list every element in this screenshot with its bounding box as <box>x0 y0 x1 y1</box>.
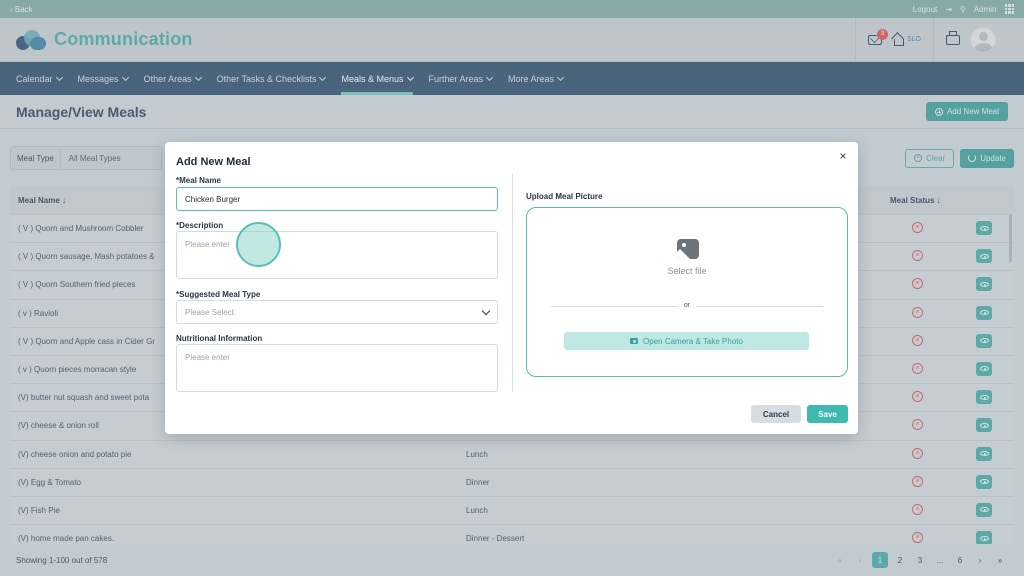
nutrition-label: Nutritional Information <box>176 334 263 343</box>
or-text-wrap: or <box>527 302 847 309</box>
description-textarea[interactable]: Please enter <box>176 231 498 279</box>
camera-icon <box>630 338 639 344</box>
chevron-down-icon <box>481 306 491 315</box>
click-indicator <box>236 222 281 267</box>
upload-label: Upload Meal Picture <box>526 192 603 201</box>
modal-divider <box>512 174 513 392</box>
meal-name-input[interactable]: Chicken Burger <box>176 187 498 211</box>
open-camera-label: Open Camera & Take Photo <box>643 336 743 346</box>
image-icon <box>677 239 699 259</box>
close-icon[interactable]: × <box>837 150 849 162</box>
save-button[interactable]: Save <box>807 405 848 423</box>
or-text: or <box>677 302 697 309</box>
description-label: *Description <box>176 221 224 230</box>
nutrition-textarea[interactable]: Please enter <box>176 344 498 392</box>
meal-name-label: *Meal Name <box>176 176 221 185</box>
modal-title: Add New Meal <box>176 156 251 168</box>
select-file-text[interactable]: Select file <box>527 266 847 276</box>
upload-dropzone[interactable]: Select file or Open Camera & Take Photo <box>526 207 848 377</box>
open-camera-button[interactable]: Open Camera & Take Photo <box>564 332 809 350</box>
cancel-button[interactable]: Cancel <box>751 405 801 423</box>
meal-type-placeholder: Please Select <box>185 307 234 317</box>
meal-type-label: *Suggested Meal Type <box>176 290 261 299</box>
meal-type-select[interactable]: Please Select <box>176 300 498 324</box>
add-new-meal-modal: Add New Meal × *Meal Name Chicken Burger… <box>165 142 858 434</box>
